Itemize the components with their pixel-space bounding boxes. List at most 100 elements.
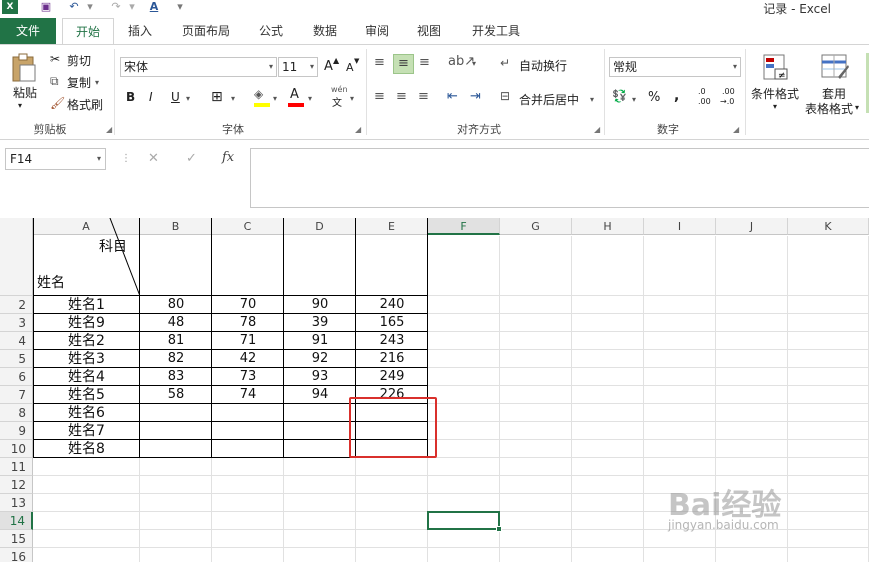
name-cell[interactable]: 姓名4 [33, 368, 140, 386]
row-header-9[interactable]: 9 [0, 422, 33, 440]
score-cell[interactable]: 240 [356, 296, 428, 314]
redo-dropdown-icon[interactable]: ▾ [124, 0, 140, 14]
row-header-15[interactable]: 15 [0, 530, 33, 548]
row-header-10[interactable]: 10 [0, 440, 33, 458]
name-cell[interactable]: 姓名3 [33, 350, 140, 368]
column-title-4[interactable]: 总成绩 [356, 218, 428, 296]
phonetic-dropdown-icon[interactable]: ▾ [350, 94, 354, 103]
score-cell[interactable] [140, 404, 212, 422]
score-cell[interactable]: 165 [356, 314, 428, 332]
accounting-format-icon[interactable]: 💱 [612, 89, 627, 103]
score-cell[interactable]: 83 [140, 368, 212, 386]
row-header-5[interactable]: 5 [0, 350, 33, 368]
row-header-14[interactable]: 14 [0, 512, 33, 530]
comma-button[interactable]: , [674, 88, 679, 104]
score-cell[interactable]: 92 [284, 350, 356, 368]
merge-dropdown-icon[interactable]: ▾ [590, 95, 594, 104]
fill-color-dropdown-icon[interactable]: ▾ [273, 94, 277, 103]
align-center-icon[interactable]: ≡ [396, 89, 407, 104]
font-size-select[interactable]: 11 ▾ [278, 57, 318, 77]
row-header-7[interactable]: 7 [0, 386, 33, 404]
grow-font-button[interactable]: A [324, 59, 333, 74]
font-color-quick-icon[interactable]: A [146, 0, 162, 14]
tab-data[interactable]: 数据 [302, 18, 348, 44]
paste-button[interactable]: 粘贴 [10, 84, 40, 101]
score-cell[interactable]: 78 [212, 314, 284, 332]
orientation-dropdown-icon[interactable]: ▾ [472, 59, 476, 68]
score-cell[interactable]: 93 [284, 368, 356, 386]
row-header-3[interactable]: 3 [0, 314, 33, 332]
name-box[interactable]: F14 ▾ [5, 148, 106, 170]
score-cell[interactable]: 80 [140, 296, 212, 314]
font-launcher-icon[interactable]: ◢ [355, 125, 361, 134]
tab-developer[interactable]: 开发工具 [462, 18, 530, 44]
underline-button[interactable]: U [171, 90, 180, 104]
score-cell[interactable]: 249 [356, 368, 428, 386]
score-cell[interactable]: 58 [140, 386, 212, 404]
row-header-8[interactable]: 8 [0, 404, 33, 422]
redo-icon[interactable]: ↷ [108, 0, 124, 14]
align-bottom-icon[interactable]: ≡ [419, 55, 430, 70]
copy-button[interactable]: 复制 [67, 74, 91, 91]
tab-home[interactable]: 开始 [62, 18, 114, 45]
row-header-11[interactable]: 11 [0, 458, 33, 476]
column-header-k[interactable]: K [788, 218, 869, 235]
conditional-format-icon[interactable]: ≠ [762, 53, 790, 81]
column-header-f[interactable]: F [428, 218, 500, 235]
column-header-i[interactable]: I [644, 218, 716, 235]
percent-button[interactable]: % [648, 90, 660, 105]
row-header-2[interactable]: 2 [0, 296, 33, 314]
conditional-format-button[interactable]: 条件格式 [751, 85, 799, 102]
borders-dropdown-icon[interactable]: ▾ [231, 94, 235, 103]
row-header-16[interactable]: 16 [0, 548, 33, 562]
row-header-12[interactable]: 12 [0, 476, 33, 494]
score-cell[interactable]: 82 [140, 350, 212, 368]
name-cell[interactable]: 姓名5 [33, 386, 140, 404]
number-format-select[interactable]: 常规 ▾ [609, 57, 741, 77]
tab-view[interactable]: 视图 [406, 18, 452, 44]
name-cell[interactable]: 姓名9 [33, 314, 140, 332]
italic-button[interactable]: I [149, 90, 153, 104]
save-icon[interactable]: ▣ [38, 0, 54, 14]
name-cell[interactable]: 姓名7 [33, 422, 140, 440]
score-cell[interactable] [284, 440, 356, 458]
column-title-1[interactable]: 语文 [140, 218, 212, 296]
wrap-text-button[interactable]: 自动换行 [519, 57, 567, 74]
score-cell[interactable]: 243 [356, 332, 428, 350]
active-cell-f14[interactable] [427, 511, 500, 530]
tab-review[interactable]: 审阅 [354, 18, 400, 44]
font-color-dropdown-icon[interactable]: ▾ [308, 94, 312, 103]
enter-button[interactable]: ✓ [186, 151, 197, 166]
paste-dropdown-icon[interactable]: ▾ [18, 101, 22, 110]
score-cell[interactable]: 90 [284, 296, 356, 314]
copy-icon[interactable]: ⧉ [50, 74, 59, 89]
undo-icon[interactable]: ↶ [66, 0, 82, 14]
align-top-icon[interactable]: ≡ [374, 55, 385, 70]
row-header-6[interactable]: 6 [0, 368, 33, 386]
accounting-dropdown-icon[interactable]: ▾ [632, 95, 636, 104]
score-cell[interactable]: 74 [212, 386, 284, 404]
bold-button[interactable]: B [126, 90, 135, 104]
decrease-indent-icon[interactable]: ⇤ [447, 89, 458, 104]
format-painter-icon[interactable]: 🖌 [50, 96, 65, 110]
font-color-icon[interactable]: A [290, 87, 299, 102]
font-name-select[interactable]: 宋体 ▾ [120, 57, 277, 77]
column-header-h[interactable]: H [572, 218, 644, 235]
paste-icon[interactable] [10, 53, 38, 83]
name-cell[interactable]: 姓名8 [33, 440, 140, 458]
wrap-text-icon[interactable]: ↵ [500, 56, 510, 70]
column-header-g[interactable]: G [500, 218, 572, 235]
format-painter-button[interactable]: 格式刷 [67, 96, 103, 113]
score-cell[interactable] [284, 404, 356, 422]
merge-center-icon[interactable]: ⊟ [500, 89, 510, 103]
align-left-icon[interactable]: ≡ [374, 89, 385, 104]
column-header-j[interactable]: J [716, 218, 788, 235]
score-cell[interactable]: 48 [140, 314, 212, 332]
worksheet[interactable]: ABCDEFGHIJK12345678910111213141516科目姓名语文… [0, 218, 869, 562]
score-cell[interactable] [140, 440, 212, 458]
formula-input[interactable] [250, 148, 869, 208]
score-cell[interactable]: 70 [212, 296, 284, 314]
row-header-13[interactable]: 13 [0, 494, 33, 512]
alignment-launcher-icon[interactable]: ◢ [594, 125, 600, 134]
insert-function-button[interactable]: fx [222, 150, 234, 165]
